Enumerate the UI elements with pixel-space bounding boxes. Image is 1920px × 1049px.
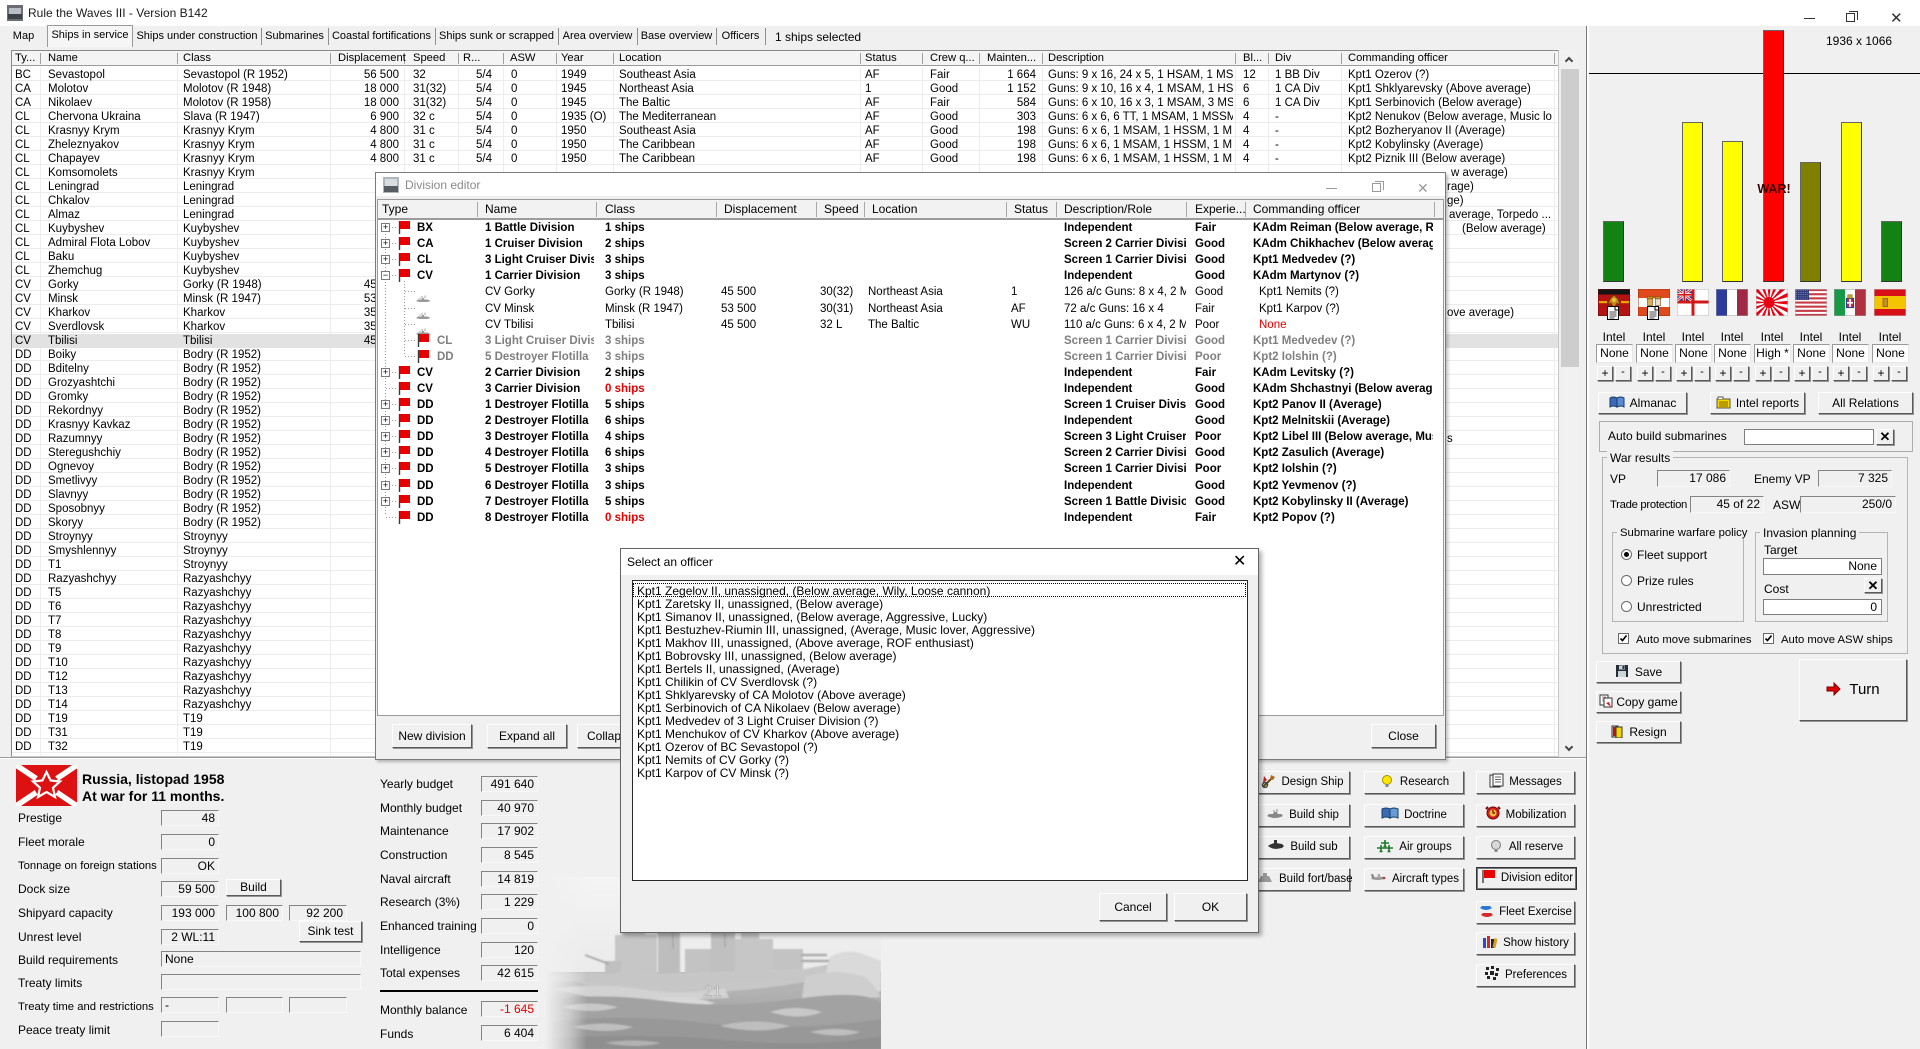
svg-text:21: 21: [703, 982, 722, 1001]
